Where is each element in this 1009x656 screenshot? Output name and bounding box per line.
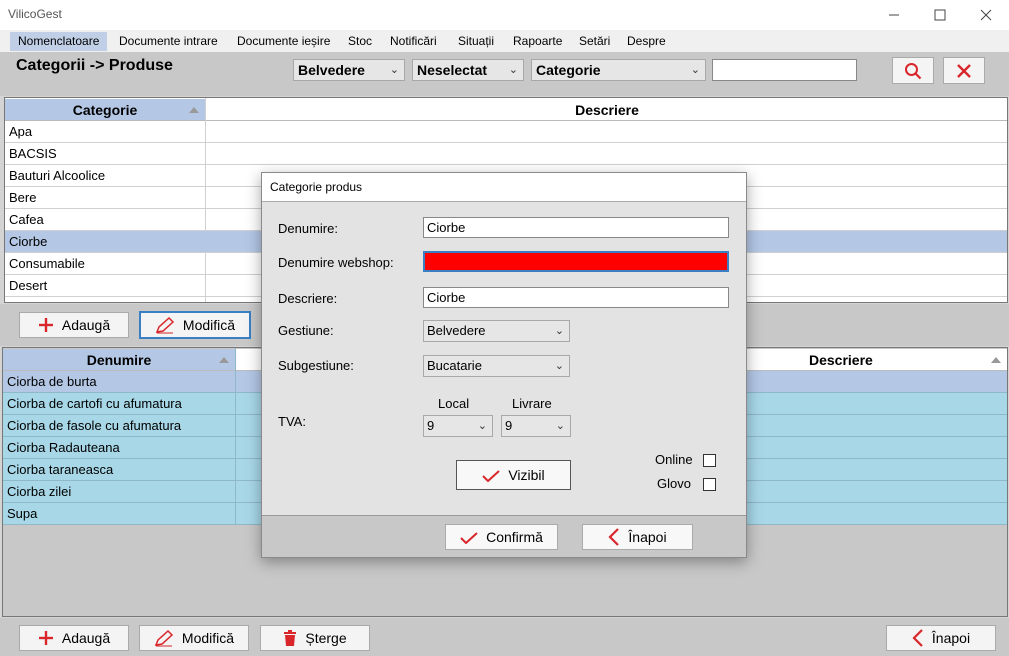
title-bar: VilicoGest xyxy=(0,0,1009,30)
webshop-input[interactable] xyxy=(423,251,729,272)
edit-icon xyxy=(154,629,174,647)
close-icon xyxy=(957,63,971,78)
subgestiune-select-value: Neselectat xyxy=(417,62,488,78)
gestiune-select-value: Belvedere xyxy=(298,62,365,78)
dialog-subgestiune-select[interactable]: Bucatarie ⌄ xyxy=(423,355,570,377)
edit-icon xyxy=(155,316,175,334)
menu-nomenclatoare[interactable]: Nomenclatoare xyxy=(10,32,108,51)
menu-documente-iesire[interactable]: Documente ieșire xyxy=(229,32,338,51)
add-product-button[interactable]: Adaugă xyxy=(19,625,129,651)
chevron-down-icon: ⌄ xyxy=(690,64,700,76)
plus-icon xyxy=(38,631,53,645)
search-input[interactable] xyxy=(712,59,857,81)
descriere-label: Descriere: xyxy=(278,291,338,306)
column-header-descriere[interactable]: Descriere xyxy=(205,99,1007,121)
clear-search-button[interactable] xyxy=(943,57,985,84)
chevron-down-icon: ⌄ xyxy=(389,64,399,76)
menu-setari[interactable]: Setări xyxy=(571,32,618,51)
confirm-button[interactable]: Confirmă xyxy=(445,524,558,550)
delete-product-button[interactable]: Șterge xyxy=(260,625,370,651)
add-category-button[interactable]: Adaugă xyxy=(19,312,129,338)
sort-asc-icon xyxy=(189,107,199,113)
column-header-categorie[interactable]: Categorie xyxy=(5,99,205,121)
dialog-back-button[interactable]: Înapoi xyxy=(582,524,693,550)
subgestiune-label: Subgestiune: xyxy=(278,358,354,373)
category-dialog: Categorie produs Denumire: Ciorbe Denumi… xyxy=(261,172,747,558)
denumire-label: Denumire: xyxy=(278,221,338,236)
glovo-checkbox[interactable] xyxy=(703,478,716,491)
chevron-down-icon: ⌄ xyxy=(508,64,518,76)
menu-documente-intrare[interactable]: Documente intrare xyxy=(111,32,226,51)
vizibil-toggle-button[interactable]: Vizibil xyxy=(456,460,571,490)
menu-despre[interactable]: Despre xyxy=(619,32,674,51)
gestiune-label: Gestiune: xyxy=(278,323,334,338)
table-row[interactable]: Apa xyxy=(5,121,1007,143)
menu-bar: Nomenclatoare Documente intrare Document… xyxy=(0,30,1009,52)
online-checkbox[interactable] xyxy=(703,454,716,467)
tva-livrare-select[interactable]: 9 ⌄ xyxy=(501,415,571,437)
search-button[interactable] xyxy=(892,57,934,84)
gestiune-select[interactable]: Belvedere ⌄ xyxy=(293,59,405,81)
denumire-input[interactable]: Ciorbe xyxy=(423,217,729,238)
table-row[interactable]: Ciorba zilei xyxy=(3,481,235,503)
table-row[interactable]: Ciorba de cartofi cu afumatura xyxy=(3,393,235,415)
dialog-gestiune-select[interactable]: Belvedere ⌄ xyxy=(423,320,570,342)
plus-icon xyxy=(38,318,53,332)
table-row[interactable]: Ciorba taraneasca xyxy=(3,459,235,481)
descriere-input[interactable]: Ciorbe xyxy=(423,287,729,308)
menu-notificari[interactable]: Notificări xyxy=(382,32,445,51)
subgestiune-select[interactable]: Neselectat ⌄ xyxy=(412,59,524,81)
chevron-down-icon: ⌄ xyxy=(477,420,487,432)
chevron-down-icon: ⌄ xyxy=(554,360,564,372)
chevron-left-icon xyxy=(912,629,923,647)
webshop-label: Denumire webshop: xyxy=(278,255,394,270)
table-row[interactable]: Ciorba de burta xyxy=(3,371,235,393)
dialog-footer: Confirmă Înapoi xyxy=(262,515,746,557)
chevron-down-icon: ⌄ xyxy=(555,420,565,432)
chevron-left-icon xyxy=(608,528,620,546)
tva-label: TVA: xyxy=(278,414,306,429)
edit-category-button[interactable]: Modifică xyxy=(139,311,251,339)
chevron-down-icon: ⌄ xyxy=(554,325,564,337)
minimize-button[interactable] xyxy=(871,0,917,30)
app-title: VilicoGest xyxy=(8,7,62,21)
maximize-icon xyxy=(934,9,946,21)
table-row[interactable]: Supa xyxy=(3,503,235,525)
maximize-button[interactable] xyxy=(917,0,963,30)
filter-field-select[interactable]: Categorie ⌄ xyxy=(531,59,706,81)
minimize-icon xyxy=(889,14,899,16)
back-button[interactable]: Înapoi xyxy=(886,625,996,651)
menu-stoc[interactable]: Stoc xyxy=(340,32,380,51)
dialog-body: Denumire: Ciorbe Denumire webshop: Descr… xyxy=(262,201,746,515)
glovo-label: Glovo xyxy=(657,476,691,491)
tva-livrare-label: Livrare xyxy=(512,396,552,411)
search-icon xyxy=(905,62,922,79)
sort-asc-icon xyxy=(219,357,229,363)
tva-local-select[interactable]: 9 ⌄ xyxy=(423,415,493,437)
dialog-title: Categorie produs xyxy=(262,173,746,201)
tva-local-label: Local xyxy=(438,396,470,411)
sort-asc-icon xyxy=(991,357,1001,363)
close-icon xyxy=(980,9,992,21)
online-label: Online xyxy=(655,452,693,467)
page-title: Categorii -> Produse xyxy=(16,57,173,74)
edit-product-button[interactable]: Modifică xyxy=(139,625,249,651)
page-header: Categorii -> Produse Belvedere ⌄ Neselec… xyxy=(0,52,1009,96)
table-row[interactable]: BACSIS xyxy=(5,143,1007,165)
menu-situatii[interactable]: Situații xyxy=(450,32,502,51)
close-window-button[interactable] xyxy=(963,0,1009,30)
table-row[interactable]: Ciorba Radauteana xyxy=(3,437,235,459)
filter-field-select-value: Categorie xyxy=(536,62,601,78)
checkmark-icon xyxy=(482,470,501,482)
menu-rapoarte[interactable]: Rapoarte xyxy=(505,32,570,51)
column-header-denumire[interactable]: Denumire xyxy=(3,349,235,371)
table-row[interactable]: Ciorba de fasole cu afumatura xyxy=(3,415,235,437)
trash-icon xyxy=(284,630,297,646)
checkmark-icon xyxy=(460,532,478,544)
products-toolbar: Adaugă Modifică Șterge Înapoi xyxy=(0,618,1009,656)
